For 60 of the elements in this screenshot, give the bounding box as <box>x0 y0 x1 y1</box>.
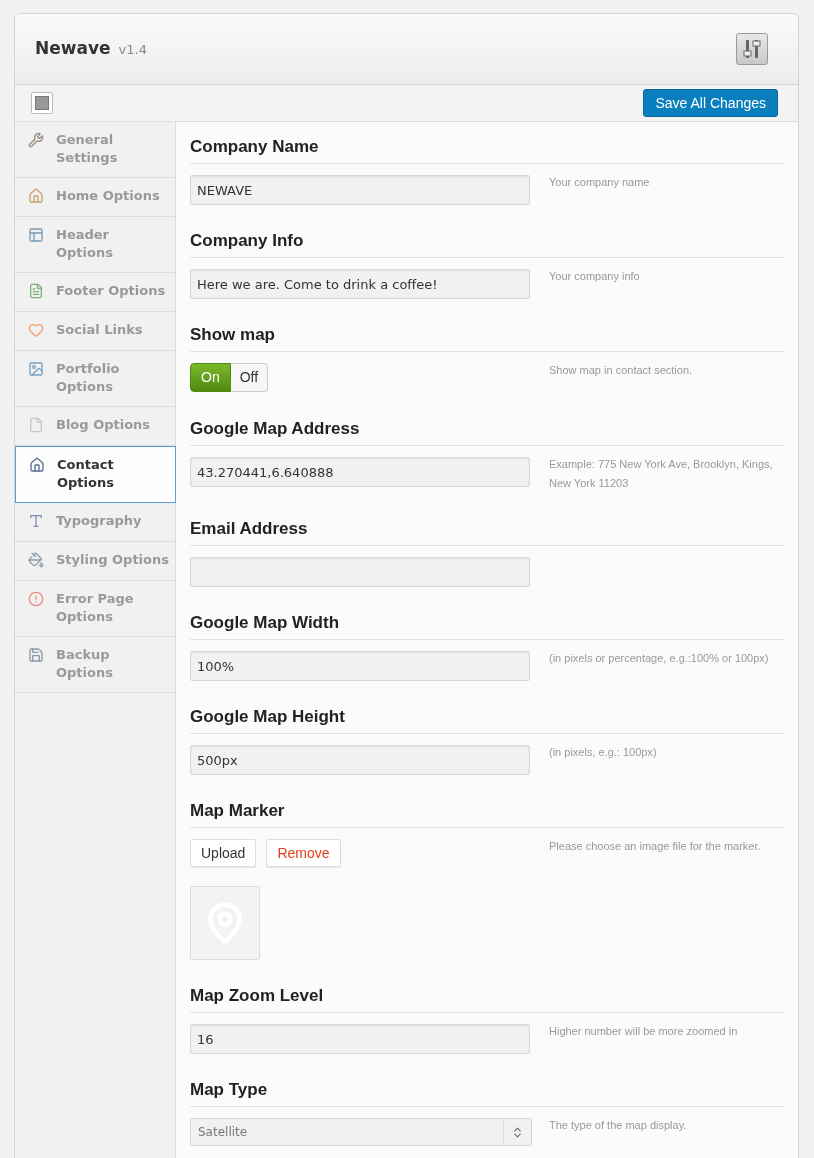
sidebar-item[interactable]: Header Options <box>15 217 175 273</box>
section-heading: Map Marker <box>190 801 784 828</box>
sidebar-item[interactable]: Typography <box>15 503 175 542</box>
field-hint: Example: 775 New York Ave, Brooklyn, Kings, New York 11203 <box>549 457 774 491</box>
field-hint: Please choose an image file for the marker. <box>549 839 762 854</box>
sidebar-item[interactable]: General Settings <box>15 122 175 178</box>
section-heading: Map Type <box>190 1080 784 1107</box>
app-title: Newave <box>35 37 111 61</box>
alert-icon <box>28 591 44 607</box>
sidebar-item[interactable]: Footer Options <box>15 273 175 312</box>
upload-button[interactable]: Upload <box>190 839 257 867</box>
sidebar-item[interactable]: Home Options <box>15 178 175 217</box>
field-hint: Your company info <box>549 269 641 284</box>
field-hint: Your company name <box>549 175 651 190</box>
text-field[interactable]: 43.270441,6.640888 <box>190 457 530 487</box>
remove-button[interactable]: Remove <box>266 839 341 867</box>
up-down-arrows-icon <box>511 1125 524 1139</box>
on-toggle-button[interactable]: On <box>190 363 231 392</box>
letter-icon <box>28 513 44 529</box>
text-field[interactable]: 500px <box>190 745 530 775</box>
section-heading: Show map <box>190 325 784 352</box>
section-heading: Google Map Address <box>190 419 784 446</box>
sidebar-item[interactable]: Social Links <box>15 312 175 351</box>
document-icon <box>28 283 44 299</box>
text-field[interactable]: Here we are. Come to drink a coffee! <box>190 269 530 299</box>
field-hint: The type of the map display. <box>549 1118 688 1133</box>
sidebar-item[interactable]: Portfolio Options <box>15 351 175 407</box>
heart-icon <box>28 322 44 338</box>
sidebar-item[interactable]: Error Page Options <box>15 581 175 637</box>
field-hint: (in pixels or percentage, e.g.:100% or 100px) <box>549 651 770 666</box>
section-heading: Company Name <box>190 137 784 164</box>
sidebar-item[interactable]: Styling Options <box>15 542 175 581</box>
select-value: Satellite <box>197 1124 249 1141</box>
picture-frame-icon <box>28 361 44 377</box>
version-label: v1.4 <box>118 41 147 60</box>
paint-bucket-icon <box>28 552 44 568</box>
section-heading: Map Zoom Level <box>190 986 784 1013</box>
text-field[interactable]: NEWAVE <box>190 175 530 205</box>
text-field[interactable]: 100% <box>190 651 530 681</box>
select-field[interactable]: Satellite <box>190 1118 532 1146</box>
field-hint: Higher number will be more zoomed in <box>549 1024 739 1039</box>
field-hint: Show map in contact section. <box>549 363 694 378</box>
section-heading: Email Address <box>190 519 784 546</box>
house-icon <box>29 457 45 473</box>
text-field[interactable] <box>190 557 530 587</box>
field-hint: (in pixels, e.g.: 100px) <box>549 745 658 760</box>
section-heading: Google Map Width <box>190 613 784 640</box>
sidebar-item[interactable]: Backup Options <box>15 637 175 693</box>
layout-icon <box>28 227 44 243</box>
layout-toggle-icon[interactable] <box>31 92 53 114</box>
save-button[interactable]: Save All Changes <box>643 89 778 117</box>
page-icon <box>28 417 44 433</box>
off-toggle-button[interactable]: Off <box>230 363 269 392</box>
section-heading: Company Info <box>190 231 784 258</box>
house-icon <box>28 188 44 204</box>
wrench-icon <box>28 132 44 148</box>
sliders-icon[interactable] <box>736 33 768 65</box>
sidebar-item[interactable]: Contact Options <box>15 446 176 503</box>
text-field[interactable]: 16 <box>190 1024 530 1054</box>
section-heading: Google Map Height <box>190 707 784 734</box>
